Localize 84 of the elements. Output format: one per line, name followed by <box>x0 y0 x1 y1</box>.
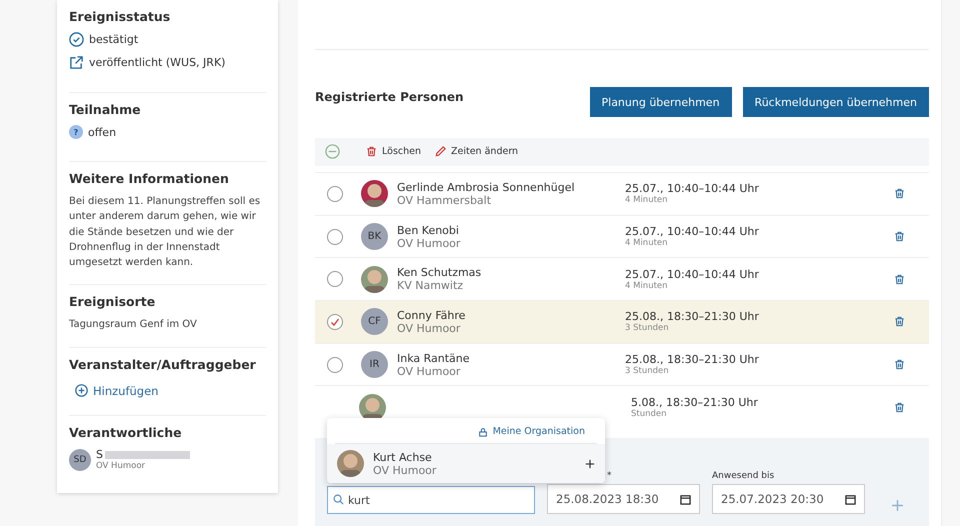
time-range: 5.08., 18:30–21:30 Uhr <box>631 396 759 409</box>
checkmark-icon <box>330 316 340 327</box>
action-button[interactable]: Rückmeldungen übernehmen <box>742 87 929 118</box>
duration: 4 Minuten <box>625 238 669 248</box>
section-title: Teilnahme <box>69 102 142 117</box>
section-title: Weitere Informationen <box>69 171 230 186</box>
trash-icon <box>894 316 905 328</box>
trash-icon <box>894 231 905 242</box>
delete-row-button[interactable] <box>894 359 905 370</box>
time-range: 25.07., 10:40–10:44 Uhr <box>625 225 760 238</box>
time-range: 25.07., 10:40–10:44 Uhr <box>625 268 760 281</box>
delete-row-button[interactable] <box>894 402 905 413</box>
person-name: S <box>96 448 103 462</box>
organization-tab[interactable]: Meine Organisation <box>478 426 585 437</box>
avatar: CF <box>361 308 388 336</box>
duration: 4 Minuten <box>625 280 669 291</box>
section-title: Verantwortliche <box>69 425 183 440</box>
search-icon <box>333 494 344 505</box>
delete-row-button[interactable] <box>894 188 905 200</box>
info-text: Bei diesem 11. Planungstreffen soll es unter anderem darum gehen, wie wir die Stände besetzen und wie der Drohnenflug in der Innenstadt umgesetzt werden kann. <box>69 195 262 270</box>
row-checkbox[interactable] <box>327 314 343 330</box>
avatar: IR <box>361 351 388 378</box>
row-checkbox[interactable] <box>327 271 343 288</box>
section-title: Ereignisorte <box>69 294 156 310</box>
duration: 4 Minuten <box>625 195 669 206</box>
lock-icon <box>478 426 488 436</box>
time-range: 25.07., 10:40–10:44 Uhr <box>625 182 760 196</box>
delete-row-button[interactable] <box>894 231 905 242</box>
section-title: Veranstalter/Auftraggeber <box>69 356 257 372</box>
calendar-icon[interactable] <box>845 494 856 504</box>
check-circle-icon <box>69 32 84 47</box>
avatar: SD <box>69 448 91 471</box>
person-name: Gerlinde Ambrosia Sonnenhügel <box>397 180 576 194</box>
date-field[interactable]: 25.07.2023 20:30 <box>712 484 865 514</box>
duration: 3 Stunden <box>625 323 670 334</box>
question-icon: ? <box>69 125 83 139</box>
delete-row-button[interactable] <box>894 274 905 285</box>
person-name: Ken Schutzmas <box>397 266 482 280</box>
trash-icon <box>894 359 905 370</box>
plus-icon <box>891 499 904 512</box>
status-text: bestätigt <box>89 33 138 46</box>
search-field[interactable]: kurt <box>327 486 535 514</box>
external-link-icon <box>69 55 84 70</box>
field-label: * <box>606 471 612 481</box>
person-name: Conny Fähre <box>397 308 466 322</box>
person-name: Ben Kenobi <box>397 224 460 236</box>
status-text: veröffentlicht (WUS, JRK) <box>89 56 226 69</box>
date-field[interactable]: 25.08.2023 18:30 <box>547 484 700 514</box>
section-title: Registrierte Personen <box>315 90 465 104</box>
action-button[interactable]: Planung übernehmen <box>590 87 732 118</box>
section-title: Ereignisstatus <box>69 9 172 24</box>
person-org: OV Humoor <box>373 464 436 476</box>
trash-icon <box>894 188 905 200</box>
plus-circle-icon <box>75 384 88 398</box>
person-org: KV Namwitz <box>397 279 464 292</box>
row-checkbox[interactable] <box>327 228 343 244</box>
edit-times-button[interactable]: Zeiten ändern <box>435 146 518 158</box>
person-org: OV Humoor <box>397 236 462 250</box>
avatar: BK <box>361 223 388 250</box>
plus-icon <box>585 458 595 468</box>
calendar-icon[interactable] <box>680 494 691 504</box>
duration: 3 Stunden <box>625 366 670 376</box>
trash-icon <box>894 274 905 285</box>
time-range: 25.08., 18:30–21:30 Uhr <box>625 353 760 366</box>
row-checkbox[interactable] <box>327 186 343 202</box>
field-label: Anwesend bis <box>712 471 776 481</box>
add-person-button[interactable] <box>585 458 595 468</box>
person-org: OV Humoor <box>397 322 462 335</box>
person-name: Kurt Achse <box>373 450 433 464</box>
delete-row-button[interactable] <box>894 316 905 328</box>
info-text: Tagungsraum Genf im OV <box>69 318 198 332</box>
person-name: Inka Rantäne <box>397 352 471 365</box>
status-text: offen <box>88 126 116 138</box>
pencil-icon <box>435 146 446 158</box>
trash-icon <box>894 402 905 413</box>
row-checkbox[interactable] <box>327 356 343 373</box>
duration: Stunden <box>631 408 668 419</box>
person-org: OV Humoor <box>96 461 146 472</box>
delete-button[interactable]: Löschen <box>366 146 421 158</box>
person-org: OV Hammersbalt <box>397 194 492 207</box>
time-range: 25.08., 18:30–21:30 Uhr <box>625 310 760 324</box>
trash-icon <box>366 146 377 158</box>
person-org: OV Humoor <box>397 364 462 378</box>
add-link[interactable]: Hinzufügen <box>75 384 158 398</box>
